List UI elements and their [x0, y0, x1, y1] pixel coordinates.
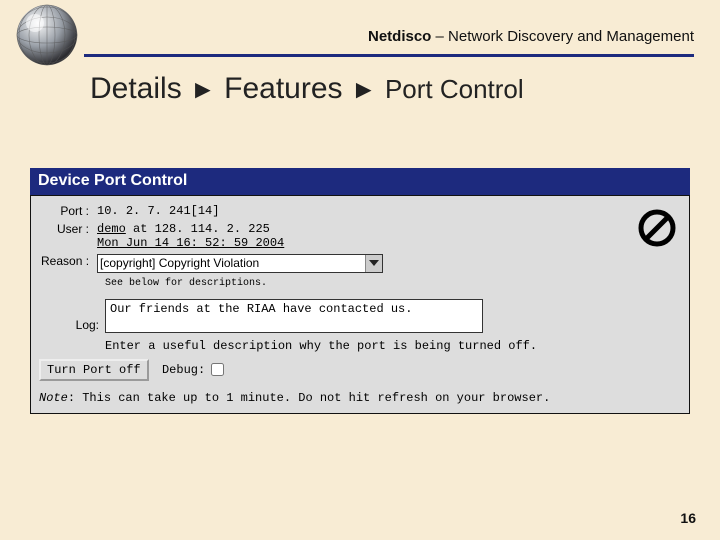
debug-checkbox[interactable]	[211, 363, 224, 376]
note-line: Note: This can take up to 1 minute. Do n…	[39, 391, 681, 405]
reason-label: Reason :	[39, 252, 95, 275]
breadcrumb: Details ► Features ► Port Control	[90, 72, 524, 106]
no-entry-icon	[637, 208, 677, 251]
app-name: Netdisco	[368, 28, 431, 45]
breadcrumb-details: Details	[90, 72, 182, 105]
note-prefix: Note	[39, 391, 68, 405]
user-value: demo at 128. 114. 2. 225 Mon Jun 14 16: …	[95, 220, 385, 252]
reason-select[interactable]: [copyright] Copyright Violation	[97, 254, 383, 273]
log-hint: Enter a useful description why the port …	[105, 339, 537, 353]
port-label: Port :	[39, 202, 95, 220]
breadcrumb-features: Features	[224, 72, 342, 105]
user-link[interactable]: demo	[97, 222, 126, 236]
header-divider	[84, 54, 694, 60]
chevron-down-icon[interactable]	[365, 255, 382, 272]
turn-port-off-button[interactable]: Turn Port off	[39, 359, 149, 381]
user-time: Mon Jun 14 16: 52: 59 2004	[97, 236, 284, 250]
panel-title: Device Port Control	[30, 168, 690, 195]
debug-label: Debug:	[162, 363, 205, 377]
port-control-panel: Device Port Control Port : 10. 2. 7. 241…	[30, 168, 690, 414]
breadcrumb-port-control: Port Control	[385, 74, 524, 104]
chevron-right-icon: ►	[190, 74, 216, 104]
user-label: User :	[39, 220, 95, 252]
chevron-right-icon: ►	[351, 74, 377, 104]
reason-selected: [copyright] Copyright Violation	[100, 256, 259, 270]
port-value: 10. 2. 7. 241[14]	[95, 202, 385, 220]
app-title: Netdisco – Network Discovery and Managem…	[368, 28, 694, 45]
log-label: Log:	[39, 293, 105, 357]
logo-disco-ball	[14, 2, 80, 68]
page-number: 16	[680, 510, 696, 526]
log-textarea[interactable]	[105, 299, 483, 333]
reason-hint: See below for descriptions.	[105, 278, 681, 289]
